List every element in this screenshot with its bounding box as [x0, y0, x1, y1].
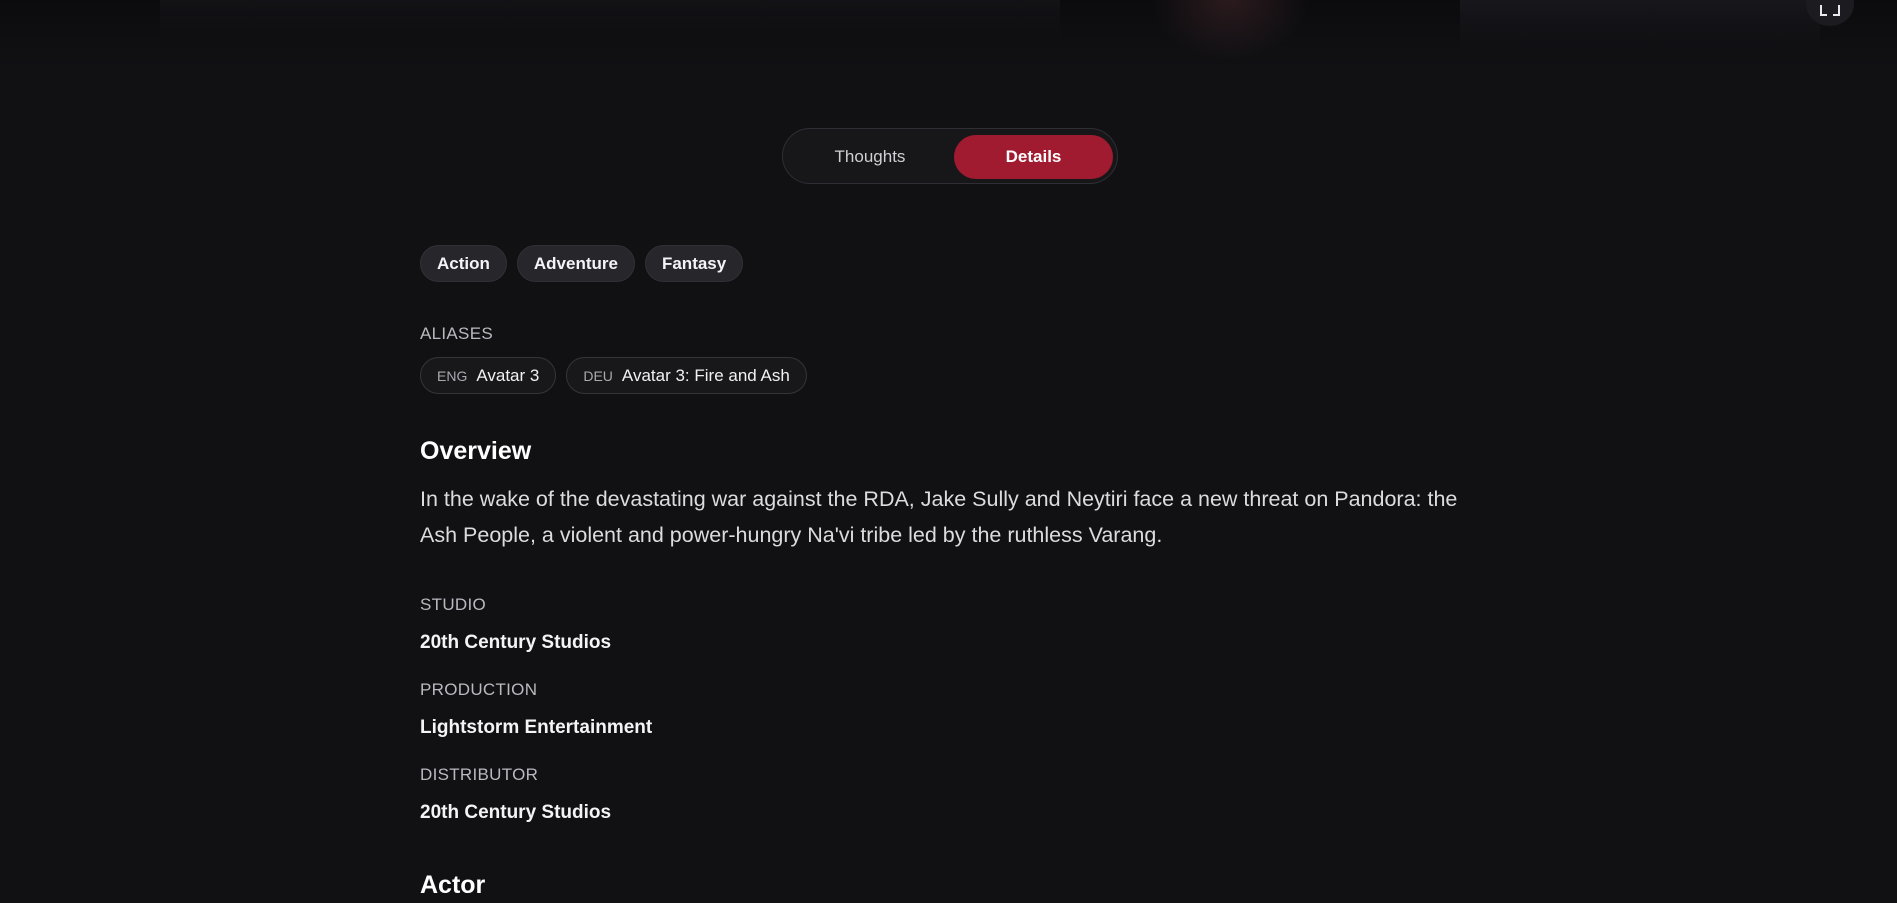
actor-heading: Actor [420, 871, 486, 899]
alias-chip: DEU Avatar 3: Fire and Ash [566, 357, 807, 394]
aliases-label: ALIASES [420, 324, 493, 343]
alias-chip: ENG Avatar 3 [420, 357, 557, 394]
production-value: Lightstorm Entertainment [420, 717, 653, 738]
alias-language: DEU [583, 367, 613, 384]
genre-chip[interactable]: Fantasy [644, 245, 744, 282]
alias-language: ENG [437, 367, 468, 384]
tab-details[interactable]: Details [954, 135, 1113, 179]
production-label: PRODUCTION [420, 680, 538, 699]
studio-value: 20th Century Studios [420, 632, 612, 653]
tab-thoughts[interactable]: Thoughts [789, 135, 951, 179]
distributor-value: 20th Century Studios [420, 802, 612, 823]
alias-name: Avatar 3 [476, 365, 540, 385]
view-toggle: Thoughts Details [782, 128, 1118, 184]
overview-text: In the wake of the devastating war again… [420, 487, 1458, 547]
studio-label: STUDIO [420, 595, 487, 614]
alias-name: Avatar 3: Fire and Ash [621, 365, 790, 385]
genre-chip[interactable]: Action [420, 245, 507, 282]
fullscreen-icon [1820, 4, 1840, 18]
genre-list: Action Adventure Fantasy [420, 245, 744, 282]
backdrop-image [0, 0, 1897, 70]
genre-chip[interactable]: Adventure [516, 245, 635, 282]
alias-list: ENG Avatar 3 DEU Avatar 3: Fire and Ash [420, 357, 807, 394]
overview-heading: Overview [420, 437, 532, 465]
distributor-label: DISTRIBUTOR [420, 765, 539, 784]
